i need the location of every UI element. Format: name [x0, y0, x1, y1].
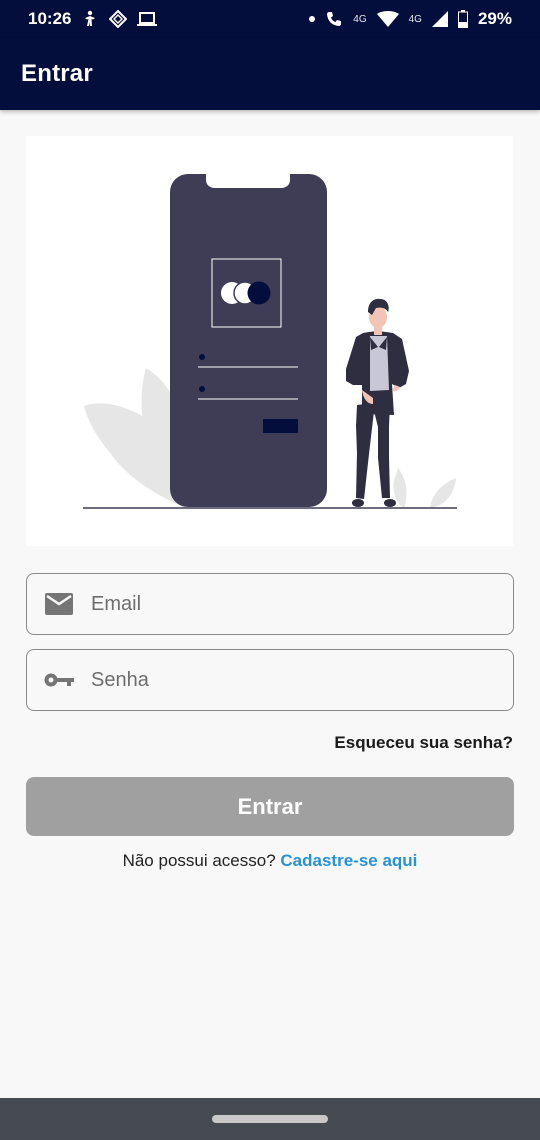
login-button[interactable]: Entrar	[26, 777, 514, 836]
email-icon	[27, 593, 91, 615]
system-nav-bar	[0, 1098, 540, 1140]
page-title: Entrar	[21, 60, 93, 87]
email-field[interactable]	[26, 573, 514, 635]
status-bar-left: 10:26	[28, 9, 158, 29]
call-icon	[325, 10, 343, 28]
email-input[interactable]	[91, 574, 491, 634]
login-illustration	[26, 136, 513, 546]
signup-link[interactable]: Cadastre-se aqui	[280, 851, 417, 870]
phone-button	[263, 419, 298, 433]
signal-label-2: 4G	[408, 13, 422, 25]
password-field[interactable]	[26, 649, 514, 711]
app-bar: Entrar	[0, 38, 540, 110]
input-dot-1	[199, 354, 205, 360]
wifi-icon	[376, 11, 399, 27]
status-bar: 10:26 4G 4G 29%	[0, 0, 540, 38]
password-input[interactable]	[91, 650, 491, 710]
diamond-icon	[109, 10, 128, 28]
status-bar-right: 4G 4G 29%	[309, 9, 512, 29]
forgot-password-link[interactable]: Esqueceu sua senha?	[334, 733, 513, 753]
status-time: 10:26	[28, 9, 72, 28]
battery-icon	[457, 10, 468, 28]
laptop-icon	[137, 11, 158, 27]
signal-icon	[431, 11, 448, 27]
card-circle-3	[247, 281, 271, 305]
phone-body	[170, 174, 327, 507]
input-dot-2	[199, 386, 205, 392]
leaf-right-2	[430, 478, 456, 508]
key-icon	[27, 672, 91, 688]
signal-label-1: 4G	[353, 13, 367, 25]
dot-icon	[309, 16, 316, 22]
home-gesture-handle[interactable]	[212, 1115, 328, 1123]
phone-notch	[206, 174, 290, 188]
signup-prompt: Não possui acesso?	[122, 851, 281, 870]
battery-percent: 29%	[477, 9, 512, 28]
signup-row: Não possui acesso? Cadastre-se aqui	[0, 851, 540, 871]
login-illustration-svg	[83, 174, 457, 509]
accessibility-icon	[81, 10, 99, 28]
